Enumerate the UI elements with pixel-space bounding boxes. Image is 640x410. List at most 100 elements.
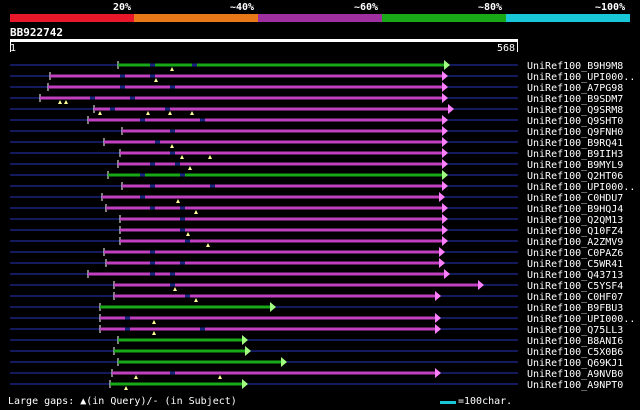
hit-label: UniRef100_B9MYL9: [527, 160, 623, 171]
hit-label: UniRef100_Q69KJ1: [527, 358, 623, 369]
hit-label: UniRef100_Q75LL3: [527, 325, 623, 336]
hit-end-arrow: [442, 137, 448, 147]
hit-label: UniRef100_B9SDM7: [527, 94, 623, 105]
hit-label: UniRef100_C0HDU7: [527, 193, 623, 204]
hit-label: UniRef100_C0PAZ6: [527, 248, 623, 259]
hit-label: UniRef100_UPI000..: [527, 314, 635, 325]
hit-row[interactable]: UniRef100_Q9SRM8: [10, 104, 623, 116]
query-gap-triangle: [154, 78, 158, 82]
hit-label: UniRef100_C5X0B6: [527, 347, 623, 358]
hit-end-arrow: [442, 115, 448, 125]
hit-label: UniRef100_B9RQ41: [527, 138, 623, 149]
query-gap-triangle: [134, 375, 138, 379]
hit-row[interactable]: UniRef100_Q43713: [10, 269, 623, 281]
hit-row[interactable]: UniRef100_B9FBU3: [10, 302, 623, 314]
hit-alignments: UniRef100_B9H9M8UniRef100_UPI000..UniRef…: [10, 60, 635, 391]
hit-label: UniRef100_Q2HT06: [527, 171, 623, 182]
hit-row[interactable]: UniRef100_A9NPT0: [10, 379, 623, 391]
hit-end-arrow: [270, 302, 276, 312]
hit-end-arrow: [442, 214, 448, 224]
hit-row[interactable]: UniRef100_Q2QM13: [10, 214, 623, 226]
hit-row[interactable]: UniRef100_B9MYL9: [10, 159, 623, 171]
hit-end-arrow: [439, 192, 445, 202]
hit-row[interactable]: UniRef100_UPI000..: [10, 71, 635, 83]
hit-row[interactable]: UniRef100_C0HDU7: [10, 192, 623, 204]
hit-row[interactable]: UniRef100_B8ANI6: [10, 335, 623, 347]
scale-label: ~80%: [478, 2, 503, 13]
hit-label: UniRef100_A9NVB0: [527, 369, 623, 380]
hit-label: UniRef100_Q9SRM8: [527, 105, 623, 116]
hit-row[interactable]: UniRef100_A2ZMV9: [10, 236, 623, 248]
hit-row[interactable]: UniRef100_B9IIH3: [10, 148, 623, 160]
hit-row[interactable]: UniRef100_C5WR41: [10, 258, 623, 270]
query-gap-triangle: [208, 155, 212, 159]
query-gap-triangle: [218, 375, 222, 379]
hit-row[interactable]: UniRef100_Q2HT06: [10, 170, 623, 182]
hit-row[interactable]: UniRef100_A7PG98: [10, 82, 623, 94]
hit-end-arrow: [435, 368, 441, 378]
query-gap-triangle: [168, 111, 172, 115]
hit-row[interactable]: UniRef100_A9NVB0: [10, 368, 623, 380]
query-gap-triangle: [98, 111, 102, 115]
hit-label: UniRef100_B9IIH3: [527, 149, 623, 160]
scale-label: ~100%: [595, 2, 626, 13]
hit-end-arrow: [442, 203, 448, 213]
hit-label: UniRef100_A7PG98: [527, 83, 623, 94]
hit-row[interactable]: UniRef100_Q10FZ4: [10, 225, 623, 237]
hit-label: UniRef100_B9H9M8: [527, 61, 623, 72]
query-gap-triangle: [146, 111, 150, 115]
query-gap-triangle: [190, 111, 194, 115]
hit-end-arrow: [435, 291, 441, 301]
query-gap-triangle: [152, 320, 156, 324]
hit-row[interactable]: UniRef100_UPI000..: [10, 181, 635, 193]
hit-end-arrow: [242, 379, 248, 389]
query-gap-triangle: [206, 243, 210, 247]
hit-row[interactable]: UniRef100_B9H9M8: [10, 60, 623, 72]
hit-end-arrow: [439, 258, 445, 268]
scale-label: ~60%: [354, 2, 379, 13]
query-gap-triangle: [152, 331, 156, 335]
hit-label: UniRef100_UPI000..: [527, 182, 635, 193]
hit-row[interactable]: UniRef100_C5YSF4: [10, 280, 623, 292]
hit-row[interactable]: UniRef100_B9SDM7: [10, 93, 623, 105]
hit-row[interactable]: UniRef100_Q75LL3: [10, 324, 623, 336]
hit-end-arrow: [442, 148, 448, 158]
hit-row[interactable]: UniRef100_UPI000..: [10, 313, 635, 325]
hit-end-arrow: [435, 313, 441, 323]
query-gap-triangle: [58, 100, 62, 104]
hit-end-arrow: [439, 247, 445, 257]
hit-row[interactable]: UniRef100_C0PAZ6: [10, 247, 623, 259]
query-gap-triangle: [180, 155, 184, 159]
hit-row[interactable]: UniRef100_C5X0B6: [10, 346, 623, 358]
hit-end-arrow: [442, 82, 448, 92]
hit-label: UniRef100_C5WR41: [527, 259, 623, 270]
query-gap-triangle: [170, 144, 174, 148]
hit-end-arrow: [448, 104, 454, 114]
hit-end-arrow: [442, 159, 448, 169]
hit-label: UniRef100_C5YSF4: [527, 281, 623, 292]
hit-label: UniRef100_B9HQJ4: [527, 204, 623, 215]
hit-label: UniRef100_B9FBU3: [527, 303, 623, 314]
query-gap-triangle: [176, 199, 180, 203]
scale-label: 20%: [113, 2, 132, 13]
hit-end-arrow: [442, 93, 448, 103]
hit-label: UniRef100_A2ZMV9: [527, 237, 623, 248]
hit-end-arrow: [242, 335, 248, 345]
hit-label: UniRef100_Q10FZ4: [527, 226, 623, 237]
hit-row[interactable]: UniRef100_C0HF07: [10, 291, 623, 303]
hit-row[interactable]: UniRef100_Q9SHT0: [10, 115, 623, 127]
hit-end-arrow: [442, 225, 448, 235]
hit-row[interactable]: UniRef100_B9RQ41: [10, 137, 623, 149]
hit-label: UniRef100_B8ANI6: [527, 336, 623, 347]
query-gap-triangle: [186, 232, 190, 236]
hit-end-arrow: [442, 126, 448, 136]
hit-label: UniRef100_C0HF07: [527, 292, 623, 303]
hit-row[interactable]: UniRef100_B9HQJ4: [10, 203, 623, 215]
hit-label: UniRef100_A9NPT0: [527, 380, 623, 391]
hit-end-arrow: [442, 236, 448, 246]
hit-row[interactable]: UniRef100_Q69KJ1: [10, 357, 623, 369]
hit-end-arrow: [442, 170, 448, 180]
hit-end-arrow: [478, 280, 484, 290]
query-gap-triangle: [64, 100, 68, 104]
hit-row[interactable]: UniRef100_Q9FNH0: [10, 126, 623, 138]
